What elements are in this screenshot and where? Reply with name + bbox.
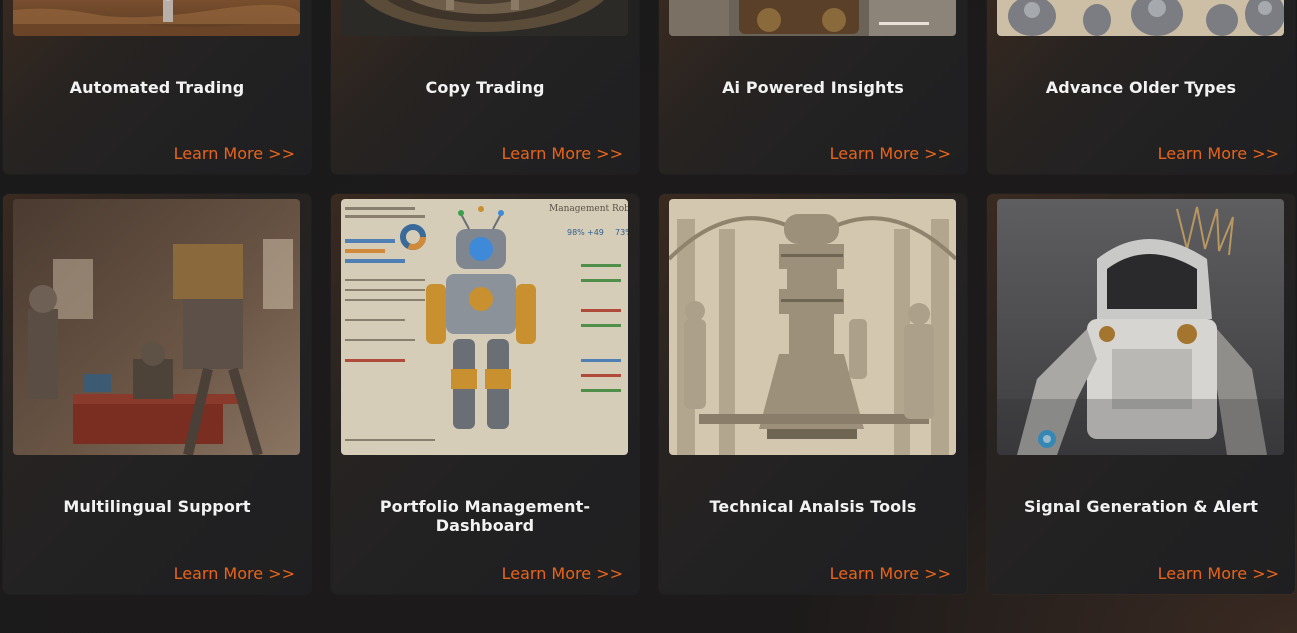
learn-more-link[interactable]: Learn More >> xyxy=(502,144,623,163)
card-title: Multilingual Support xyxy=(63,497,251,516)
feature-card-signal-generation-alert: Signal Generation & Alert Learn More >> xyxy=(987,194,1295,594)
advance-older-types-image xyxy=(997,0,1284,36)
learn-more-link[interactable]: Learn More >> xyxy=(1158,144,1279,163)
stat-1-text: 98% xyxy=(567,228,585,237)
feature-card-automated-trading: Automated Trading Learn More >> xyxy=(3,0,311,174)
card-title: Portfolio Management-Dashboard xyxy=(379,497,591,535)
card-title: Copy Trading xyxy=(425,78,545,97)
card-title: Ai Powered Insights xyxy=(722,78,904,97)
feature-grid: Automated Trading Learn More >> Copy Tra… xyxy=(0,0,1297,633)
feature-card-multilingual-support: Multilingual Support Learn More >> xyxy=(3,194,311,594)
signal-generation-image xyxy=(997,199,1284,455)
card-title: Technical Analsis Tools xyxy=(709,497,917,516)
multilingual-support-image xyxy=(13,199,300,455)
ai-powered-insights-image xyxy=(669,0,956,36)
feature-card-ai-powered-insights: Ai Powered Insights Learn More >> xyxy=(659,0,967,174)
learn-more-link[interactable]: Learn More >> xyxy=(1158,564,1279,583)
copy-trading-image xyxy=(341,0,628,36)
dashboard-header-text: Management Robotra xyxy=(549,204,628,214)
feature-card-portfolio-management-dashboard: Management Robotra 98% +49 73% Portfolio… xyxy=(331,194,639,594)
feature-card-advance-older-types: Advance Older Types Learn More >> xyxy=(987,0,1295,174)
card-title: Signal Generation & Alert xyxy=(1024,497,1258,516)
portfolio-dashboard-image: Management Robotra 98% +49 73% xyxy=(341,199,628,455)
feature-card-technical-analysis-tools: Technical Analsis Tools Learn More >> xyxy=(659,194,967,594)
learn-more-link[interactable]: Learn More >> xyxy=(830,564,951,583)
feature-card-copy-trading: Copy Trading Learn More >> xyxy=(331,0,639,174)
learn-more-link[interactable]: Learn More >> xyxy=(174,564,295,583)
stat-2-text: +49 xyxy=(587,228,604,237)
card-title: Advance Older Types xyxy=(1045,78,1237,97)
learn-more-link[interactable]: Learn More >> xyxy=(502,564,623,583)
card-title: Automated Trading xyxy=(69,78,245,97)
technical-analysis-image xyxy=(669,199,956,455)
learn-more-link[interactable]: Learn More >> xyxy=(830,144,951,163)
stat-3-text: 73% xyxy=(615,228,628,237)
learn-more-link[interactable]: Learn More >> xyxy=(174,144,295,163)
automated-trading-image xyxy=(13,0,300,36)
